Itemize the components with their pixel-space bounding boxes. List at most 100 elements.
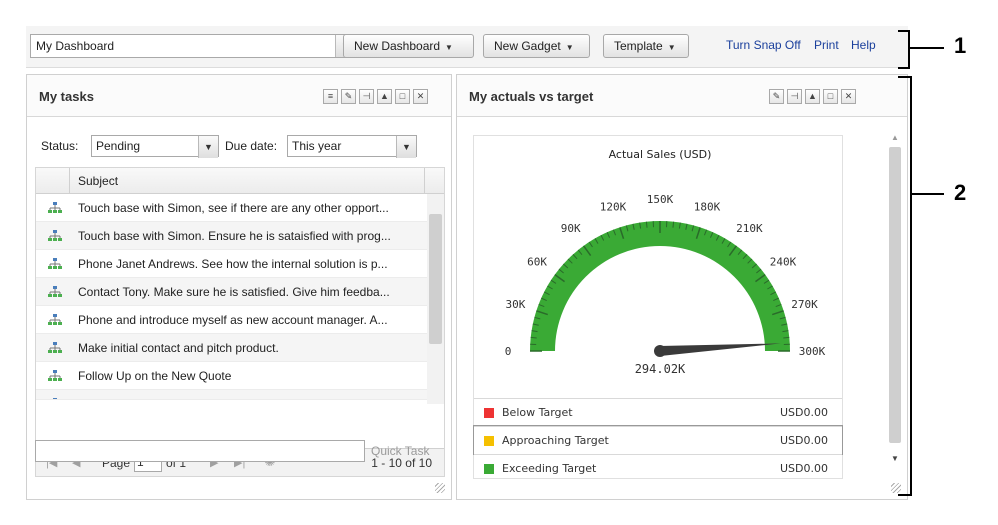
dashboard-screen: My Dashboard ▼ New Dashboard ▼ New Gadget… <box>0 0 998 525</box>
gauge-tick-label: 0 <box>505 345 512 358</box>
callout-line <box>912 193 944 195</box>
table-row[interactable]: Touch base with Simon. Ensure he is sata… <box>36 222 428 250</box>
caret-down-icon: ▼ <box>565 43 574 52</box>
my-tasks-gadget: My tasks ≡ ✎ ⊣ ▲ □ ✕ Status: Pending ▼ D… <box>26 74 452 500</box>
legend-value: USD0.00 <box>780 434 828 447</box>
chevron-down-icon[interactable]: ▼ <box>396 136 416 158</box>
gauge-chart: Actual Sales (USD) 0 30K 60K 90K 120K 150K 180K… <box>473 135 843 479</box>
new-dashboard-button[interactable]: New Dashboard ▼ <box>343 34 474 58</box>
callout-number-1: 1 <box>954 33 967 58</box>
gadget-title: My tasks <box>39 89 94 104</box>
pin-icon[interactable]: ⊣ <box>787 89 802 104</box>
gauge-tick <box>672 221 675 228</box>
gauge-tick-label: 240K <box>770 256 797 269</box>
resize-handle-icon[interactable] <box>435 483 445 493</box>
quick-task-input[interactable] <box>35 440 365 462</box>
due-date-select[interactable]: This year ▼ <box>287 135 417 158</box>
org-chart-icon <box>48 370 62 381</box>
dashboard-select[interactable]: My Dashboard ▼ <box>30 34 356 58</box>
table-row[interactable]: Phone and introduce myself as new accoun… <box>36 306 428 334</box>
table-row[interactable]: Follow Up with Arthur about order perfor… <box>36 390 428 400</box>
close-icon[interactable]: ✕ <box>413 89 428 104</box>
gauge-tick <box>530 336 537 339</box>
task-subject: Touch base with Simon, see if there are … <box>78 201 389 215</box>
gauge-needle <box>659 343 781 356</box>
task-subject: Phone Janet Andrews. See how the interna… <box>78 257 388 271</box>
caret-down-icon: ▼ <box>667 43 676 52</box>
gauge-tick-label: 30K <box>506 298 526 311</box>
actuals-vs-target-gadget: My actuals vs target ✎ ⊣ ▲ □ ✕ Actual Sa… <box>456 74 908 500</box>
print-link[interactable]: Print <box>814 38 839 52</box>
legend-item[interactable]: Approaching Target USD0.00 <box>473 425 843 455</box>
legend-value: USD0.00 <box>780 462 828 475</box>
paging-range: 1 - 10 of 10 <box>371 456 432 470</box>
task-subject: Phone and introduce myself as new accoun… <box>78 313 388 327</box>
scroll-up-icon[interactable]: ▲ <box>891 133 899 142</box>
callout-number-2: 2 <box>954 180 967 205</box>
callout-bracket <box>898 30 910 32</box>
gadget-header: My tasks ≡ ✎ ⊣ ▲ □ ✕ <box>27 75 451 117</box>
org-chart-icon <box>48 314 62 325</box>
status-select[interactable]: Pending ▼ <box>91 135 219 158</box>
chart-legend: Below Target USD0.00 Approaching Target USD… <box>473 398 843 482</box>
gauge-svg: Actual Sales (USD) 0 30K 60K 90K 120K 150K 180K… <box>505 148 826 376</box>
legend-swatch <box>484 436 494 446</box>
resize-handle-icon[interactable] <box>891 483 901 493</box>
legend-swatch <box>484 464 494 474</box>
grid-header-spacer <box>424 168 444 193</box>
legend-item[interactable]: Exceeding Target USD0.00 <box>474 454 842 482</box>
status-label: Status: <box>41 139 79 153</box>
gauge-tick-label: 150K <box>647 193 674 206</box>
grid-scrollbar[interactable] <box>427 194 444 404</box>
legend-label: Approaching Target <box>502 434 609 447</box>
collapse-icon[interactable]: ▲ <box>805 89 820 104</box>
gauge-tick-label: 180K <box>694 200 721 213</box>
org-chart-icon <box>48 230 62 241</box>
close-icon[interactable]: ✕ <box>841 89 856 104</box>
pin-icon[interactable]: ⊣ <box>359 89 374 104</box>
gauge-tick <box>783 336 790 339</box>
legend-item[interactable]: Below Target USD0.00 <box>474 398 842 426</box>
callout-bracket <box>908 30 910 68</box>
task-subject: Touch base with Simon. Ensure he is sata… <box>78 229 391 243</box>
table-row[interactable]: Phone Janet Andrews. See how the interna… <box>36 250 428 278</box>
edit-icon[interactable]: ✎ <box>769 89 784 104</box>
task-subject: Contact Tony. Make sure he is satisfied.… <box>78 285 390 299</box>
table-row[interactable]: Contact Tony. Make sure he is satisfied.… <box>36 278 428 306</box>
callout-bracket <box>898 76 912 78</box>
table-row[interactable]: Make initial contact and pitch product. <box>36 334 428 362</box>
collapse-icon[interactable]: ▲ <box>377 89 392 104</box>
new-dashboard-label: New Dashboard <box>354 39 441 53</box>
gadget-title: My actuals vs target <box>469 89 594 104</box>
grid-header: Subject <box>36 168 444 194</box>
chart-scrollbar[interactable]: ▲ ▼ <box>887 133 903 463</box>
callout-line <box>910 47 944 49</box>
template-label: Template <box>614 39 663 53</box>
maximize-icon[interactable]: □ <box>395 89 410 104</box>
scrollbar-thumb[interactable] <box>889 147 901 443</box>
task-subject: Follow Up on the New Quote <box>78 369 232 383</box>
column-header-subject[interactable]: Subject <box>78 174 118 188</box>
template-button[interactable]: Template ▼ <box>603 34 689 58</box>
list-options-icon[interactable]: ≡ <box>323 89 338 104</box>
help-link[interactable]: Help <box>851 38 876 52</box>
scrollbar-thumb[interactable] <box>429 214 442 344</box>
dashboard-select-value: My Dashboard <box>36 39 115 53</box>
task-subject: Make initial contact and pitch product. <box>78 341 279 355</box>
turn-snap-off-link[interactable]: Turn Snap Off <box>726 38 801 52</box>
new-gadget-button[interactable]: New Gadget ▼ <box>483 34 590 58</box>
gauge-tick-label: 60K <box>527 256 547 269</box>
org-chart-icon <box>48 202 62 213</box>
table-row[interactable]: Touch base with Simon, see if there are … <box>36 194 428 222</box>
gauge-pivot <box>654 345 666 357</box>
gauge-tick <box>645 221 648 228</box>
table-row[interactable]: Follow Up on the New Quote <box>36 362 428 390</box>
org-chart-icon <box>48 258 62 269</box>
maximize-icon[interactable]: □ <box>823 89 838 104</box>
chevron-down-icon[interactable]: ▼ <box>198 136 218 158</box>
chart-title: Actual Sales (USD) <box>609 148 712 161</box>
edit-icon[interactable]: ✎ <box>341 89 356 104</box>
scroll-down-icon[interactable]: ▼ <box>891 454 899 463</box>
quick-task-button[interactable]: Quick Task <box>371 444 429 458</box>
gadget-header: My actuals vs target ✎ ⊣ ▲ □ ✕ <box>457 75 907 117</box>
